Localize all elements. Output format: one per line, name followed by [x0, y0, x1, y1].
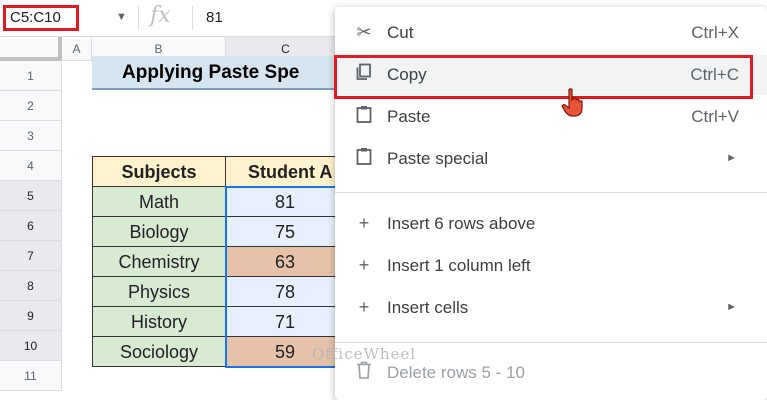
clipboard-icon	[353, 105, 375, 127]
header-subjects[interactable]: Subjects	[92, 156, 226, 187]
header-student[interactable]: Student A	[225, 156, 345, 187]
fx-icon: fx	[150, 3, 171, 28]
divider	[138, 6, 139, 30]
plus-icon: +	[358, 255, 370, 275]
row-header-1[interactable]: 1	[0, 61, 62, 91]
row-header-3[interactable]: 3	[0, 121, 62, 151]
menu-item-insert-column[interactable]: + Insert 1 column left	[335, 246, 767, 286]
value-cell[interactable]: 81	[225, 186, 345, 217]
menu-item-shortcut: Ctrl+X	[691, 23, 739, 42]
row-header-9[interactable]: 9	[0, 301, 62, 331]
copy-highlight-box	[334, 55, 753, 99]
row-header-7[interactable]: 7	[0, 241, 62, 271]
row-header-6[interactable]: 6	[0, 211, 62, 241]
row-header-4[interactable]: 4	[0, 151, 62, 181]
value-cell[interactable]: 75	[225, 216, 345, 247]
subject-cell[interactable]: Math	[92, 186, 226, 217]
value-cell[interactable]: 63	[225, 246, 345, 277]
name-box[interactable]: C5:C10	[3, 5, 79, 31]
row-header-11[interactable]: 11	[0, 361, 62, 391]
name-box-dropdown-icon[interactable]: ▼	[116, 11, 127, 23]
menu-item-paste[interactable]: Paste Ctrl+V	[335, 97, 767, 137]
row-header-2[interactable]: 2	[0, 91, 62, 121]
menu-divider	[335, 192, 767, 193]
plus-icon: +	[358, 213, 370, 233]
subject-cell[interactable]: Chemistry	[92, 246, 226, 277]
scissors-icon: ✂	[356, 22, 372, 42]
watermark: OfficeWheel	[312, 345, 417, 363]
menu-item-label: Paste special	[387, 149, 489, 168]
menu-item-shortcut: Ctrl+V	[691, 107, 739, 126]
menu-item-cut[interactable]: ✂ Cut Ctrl+X	[335, 13, 767, 53]
subject-cell[interactable]: History	[92, 306, 226, 337]
menu-item-insert-cells[interactable]: + Insert cells ►	[335, 288, 767, 328]
plus-icon: +	[358, 297, 370, 317]
submenu-arrow-icon: ►	[726, 301, 737, 313]
menu-item-label: Cut	[387, 23, 414, 42]
menu-item-label: Insert 1 column left	[387, 256, 531, 275]
menu-item-label: Insert cells	[387, 298, 469, 317]
trash-icon	[353, 361, 375, 383]
menu-divider	[335, 342, 767, 343]
menu-item-insert-rows[interactable]: + Insert 6 rows above	[335, 204, 767, 244]
clipboard-icon	[353, 147, 375, 169]
select-all-corner[interactable]	[0, 37, 62, 61]
row-header-8[interactable]: 8	[0, 271, 62, 301]
menu-item-label: Delete rows 5 - 10	[387, 363, 525, 382]
menu-item-paste-special[interactable]: Paste special ►	[335, 139, 767, 179]
subject-cell[interactable]: Biology	[92, 216, 226, 247]
subject-cell[interactable]: Physics	[92, 276, 226, 307]
value-cell[interactable]: 78	[225, 276, 345, 307]
subject-cell[interactable]: Sociology	[92, 336, 226, 367]
column-header-a[interactable]: A	[62, 37, 92, 61]
divider	[192, 6, 193, 30]
row-header-5[interactable]: 5	[0, 181, 62, 211]
hand-cursor-icon	[561, 88, 585, 123]
submenu-arrow-icon: ►	[726, 152, 737, 164]
value-cell[interactable]: 71	[225, 306, 345, 337]
menu-item-label: Paste	[387, 107, 431, 126]
row-header-10[interactable]: 10	[0, 331, 62, 361]
sheet-title[interactable]: Applying Paste Spe	[92, 56, 342, 90]
formula-input[interactable]: 81	[206, 9, 223, 26]
menu-item-label: Insert 6 rows above	[387, 214, 536, 233]
